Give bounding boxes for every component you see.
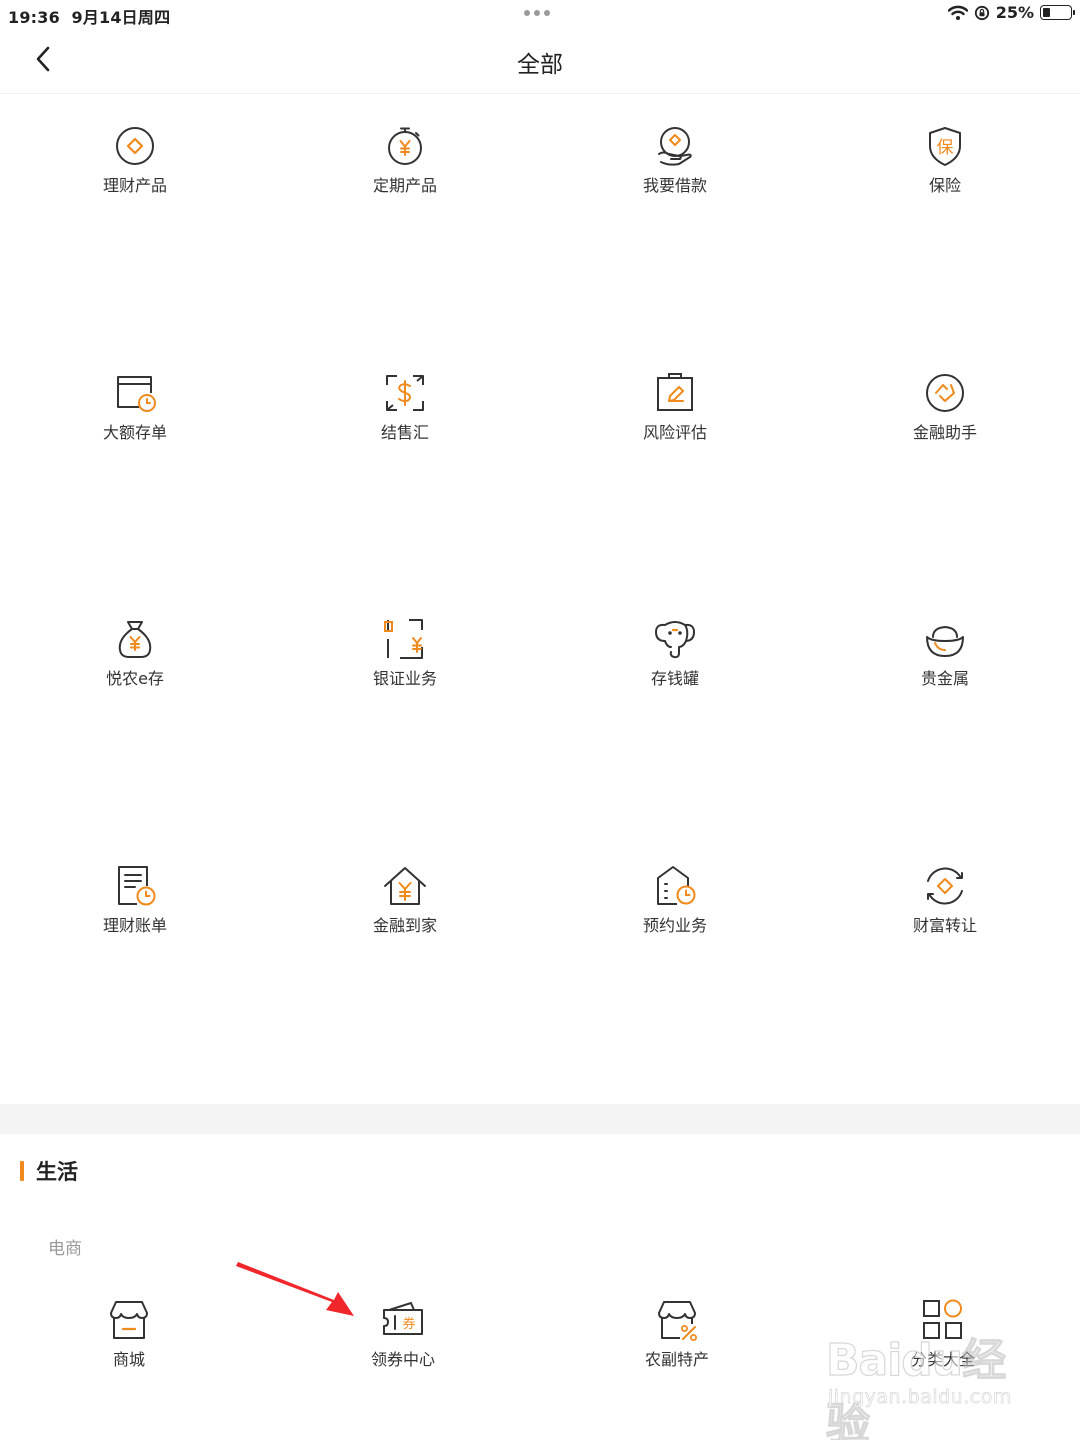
tile-yuenong-e-deposit[interactable]: 悦农e存 [0, 587, 270, 834]
tile-wealth-products[interactable]: 理财产品 [0, 94, 270, 341]
watermark-url: jingyan.baidu.com [828, 1386, 1012, 1409]
tile-farm-specialty[interactable]: 农副特产 [548, 1294, 806, 1370]
tile-label: 农副特产 [644, 1350, 709, 1369]
gold-ingot-icon [923, 617, 967, 661]
tile-label: 金融到家 [372, 915, 437, 935]
shop-percent-icon [655, 1298, 699, 1342]
tile-label: 预约业务 [642, 915, 707, 935]
tile-label: 商城 [112, 1350, 145, 1369]
watermark: Baidu经验 jingyan.baidu.com [825, 1318, 1026, 1440]
status-time: 19:36 [8, 8, 60, 27]
page-title: 全部 [517, 52, 563, 78]
tile-label: 理财账单 [102, 915, 167, 935]
watermark-brand: Baidu经验 [825, 1334, 1006, 1440]
tile-fixed-term[interactable]: 定期产品 [270, 94, 540, 341]
tile-label: 贵金属 [920, 669, 969, 688]
money-bag-icon [113, 617, 157, 661]
status-date: 9月14日周四 [71, 8, 171, 27]
tile-shop[interactable]: 商城 [0, 1294, 258, 1370]
status-right: 25% [947, 3, 1075, 22]
diamond-coin-icon [113, 124, 157, 168]
battery-fill [1043, 8, 1050, 17]
tile-label: 结售汇 [380, 422, 429, 442]
clipboard-pen-icon [653, 371, 697, 415]
tile-label: 领券中心 [370, 1350, 435, 1369]
tile-label: 大额存单 [102, 422, 167, 442]
tile-label: 我要借款 [642, 176, 707, 195]
dollar-exchange-icon [383, 371, 427, 415]
tile-risk-assessment[interactable]: 风险评估 [540, 341, 810, 588]
tile-label: 定期产品 [372, 176, 437, 195]
hand-coin-icon [653, 124, 697, 168]
house-clock-icon [653, 864, 697, 908]
tile-finance-assistant[interactable]: 金融助手 [810, 341, 1080, 588]
tile-forex[interactable]: 结售汇 [270, 341, 540, 588]
stock-yuan-icon [383, 617, 427, 661]
section-header: 生活 [20, 1156, 78, 1186]
wifi-icon [947, 5, 968, 20]
tile-label: 财富转让 [912, 915, 977, 935]
multitasking-dots-icon[interactable] [524, 10, 550, 16]
tile-label: 存钱罐 [650, 669, 699, 688]
tile-wealth-transfer[interactable]: 财富转让 [810, 834, 1080, 1081]
orientation-lock-icon [974, 5, 989, 20]
subsection-label: 电商 [48, 1239, 82, 1259]
wallet-clock-icon [113, 371, 157, 415]
svg-text:保: 保 [937, 138, 954, 158]
tile-loan[interactable]: 我要借款 [540, 94, 810, 341]
tile-label: 银证业务 [372, 669, 437, 688]
tile-piggy-bank[interactable]: 存钱罐 [540, 587, 810, 834]
tile-label: 风险评估 [642, 422, 707, 442]
section-title: 生活 [36, 1160, 78, 1184]
yuan-stopwatch-icon [383, 124, 427, 168]
nav-bar: 全部 [0, 28, 1080, 94]
elephant-icon [653, 617, 697, 661]
tile-label: 金融助手 [912, 422, 977, 442]
battery-icon [1040, 5, 1075, 20]
battery-percent: 25% [995, 3, 1034, 22]
section-accent-bar [20, 1161, 24, 1181]
tile-insurance[interactable]: 保 保险 [810, 94, 1080, 341]
diamond-transfer-icon [923, 864, 967, 908]
tile-bank-securities[interactable]: 银证业务 [270, 587, 540, 834]
shop-icon [107, 1298, 151, 1342]
shield-icon: 保 [923, 124, 967, 168]
section-divider [0, 1104, 1080, 1134]
coupon-char: 券 [402, 1316, 415, 1332]
finance-grid-section: 理财产品 定期产品 我要借款 保 保险 大额存单 结售汇 风险评估 金融助手 悦… [0, 94, 1080, 1104]
diamond-circle-icon [923, 371, 967, 415]
tile-appointment[interactable]: 预约业务 [540, 834, 810, 1081]
status-time-date: 19:36 9月14日周四 [8, 4, 170, 28]
tile-large-deposit[interactable]: 大额存单 [0, 341, 270, 588]
tile-finance-home[interactable]: 金融到家 [270, 834, 540, 1081]
finance-grid: 理财产品 定期产品 我要借款 保 保险 大额存单 结售汇 风险评估 金融助手 悦… [0, 94, 1080, 1080]
coupon-icon: 券 [381, 1298, 425, 1342]
tile-label: 理财产品 [102, 176, 167, 195]
tile-wealth-bill[interactable]: 理财账单 [0, 834, 270, 1081]
tile-label: 保险 [928, 176, 961, 195]
house-yuan-icon [383, 864, 427, 908]
bill-clock-icon [113, 864, 157, 908]
status-bar: 19:36 9月14日周四 25% [0, 0, 1080, 28]
tile-label: 悦农e存 [106, 669, 164, 688]
annotation-arrow-icon [236, 1262, 354, 1316]
tile-precious-metals[interactable]: 贵金属 [810, 587, 1080, 834]
